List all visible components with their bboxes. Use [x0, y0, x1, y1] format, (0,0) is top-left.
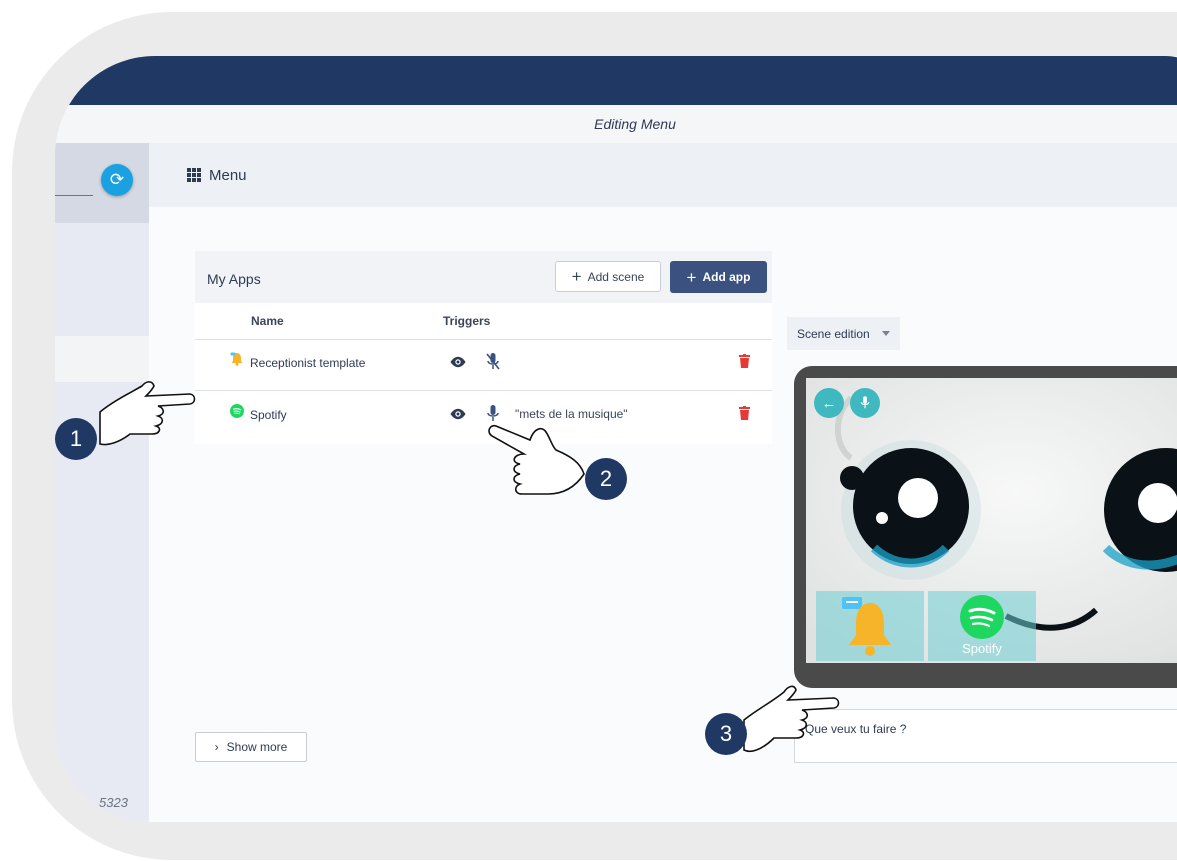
sync-icon: ⟳: [109, 170, 125, 189]
back-button[interactable]: ←: [814, 388, 844, 418]
step-marker-3: 3: [705, 713, 747, 755]
preview-screen: ← Spotify: [806, 378, 1177, 663]
grid-icon: [187, 168, 201, 182]
step-marker-2: 2: [585, 458, 627, 500]
prompt-field[interactable]: Que veux tu faire ?: [794, 709, 1177, 763]
window-title: Editing Menu: [55, 105, 1177, 143]
pointing-hand-icon: [488, 424, 585, 495]
show-more-label: Show more: [226, 740, 288, 754]
menu-header: Menu: [149, 143, 1177, 207]
scene-tile-spotify[interactable]: Spotify: [928, 591, 1036, 661]
mic-off-icon[interactable]: [485, 352, 501, 372]
sidebar: ⟳ 5323: [55, 143, 149, 822]
tile-label: Spotify: [962, 641, 1002, 656]
table-row[interactable]: Receptionist template: [195, 339, 772, 389]
bell-icon: [842, 597, 891, 656]
bell-icon: [230, 352, 243, 366]
apps-card-title: My Apps: [207, 271, 261, 287]
add-app-button[interactable]: + Add app: [670, 261, 767, 293]
mic-button[interactable]: [850, 388, 880, 418]
app-name: Spotify: [250, 408, 287, 422]
page-title: Menu: [209, 166, 247, 184]
step-marker-1: 1: [55, 418, 97, 460]
arrow-left-icon: ←: [821, 394, 837, 412]
version-label: 5323: [99, 795, 128, 810]
trash-icon[interactable]: [739, 354, 750, 368]
plus-icon: +: [686, 267, 697, 287]
sidebar-input-underline: [55, 195, 93, 196]
scene-tile-receptionist[interactable]: [816, 591, 924, 661]
chevron-right-icon: ›: [214, 740, 219, 754]
eye-icon[interactable]: [449, 353, 467, 371]
mic-icon: [860, 396, 870, 409]
scene-select[interactable]: Scene edition: [787, 317, 900, 350]
scene-preview: ← Spotify: [794, 366, 1177, 688]
add-scene-button[interactable]: + Add scene: [555, 261, 661, 292]
add-app-label: Add app: [702, 270, 751, 284]
show-more-button[interactable]: › Show more: [195, 732, 307, 762]
top-bar: [55, 56, 1177, 105]
column-header-triggers: Triggers: [443, 314, 491, 328]
add-scene-label: Add scene: [587, 269, 645, 284]
sidebar-header: ⟳: [55, 143, 149, 223]
sync-button[interactable]: ⟳: [101, 164, 133, 196]
chevron-down-icon: [881, 331, 890, 336]
main-content: My Apps + Add scene + Add app Name Trigg…: [149, 207, 1177, 822]
spotify-icon: [230, 404, 244, 418]
pointing-hand-icon: [99, 381, 196, 446]
spotify-icon: [960, 595, 1004, 639]
column-header-name: Name: [251, 314, 284, 328]
apps-card-header: My Apps + Add scene + Add app: [195, 251, 772, 303]
scene-select-value: Scene edition: [797, 326, 870, 341]
pointing-hand-icon: [743, 685, 840, 753]
apps-card: My Apps + Add scene + Add app Name Trigg…: [195, 251, 772, 444]
trash-icon[interactable]: [739, 406, 750, 420]
app-window: Editing Menu ⟳ 5323 Menu My Apps + Add s…: [55, 56, 1177, 822]
app-name: Receptionist template: [250, 356, 366, 370]
plus-icon: +: [571, 267, 582, 286]
eye-icon[interactable]: [449, 405, 467, 423]
